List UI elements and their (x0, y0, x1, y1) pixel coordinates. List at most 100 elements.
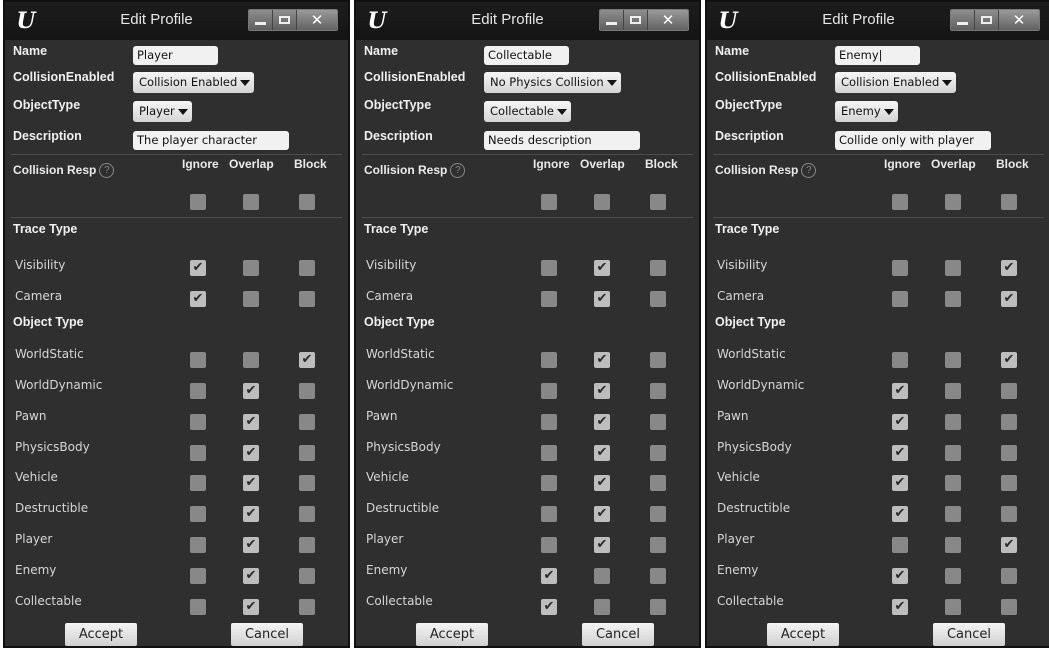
object-type-dropdown[interactable]: Player (133, 101, 192, 122)
object-ignore-checkbox[interactable]: ✔ (892, 599, 908, 615)
trace-block-checkbox[interactable]: ✔ (1001, 291, 1017, 307)
object-block-checkbox[interactable] (1001, 475, 1017, 491)
object-ignore-checkbox[interactable] (190, 568, 206, 584)
object-block-checkbox[interactable] (1001, 568, 1017, 584)
all-overlap-checkbox[interactable] (243, 194, 259, 210)
object-ignore-checkbox[interactable] (190, 537, 206, 553)
object-ignore-checkbox[interactable] (541, 445, 557, 461)
trace-ignore-checkbox[interactable] (541, 291, 557, 307)
object-ignore-checkbox[interactable] (190, 445, 206, 461)
trace-ignore-checkbox[interactable] (892, 260, 908, 276)
trace-overlap-checkbox[interactable] (945, 260, 961, 276)
maximize-button[interactable] (975, 10, 999, 30)
object-block-checkbox[interactable] (1001, 599, 1017, 615)
object-ignore-checkbox[interactable]: ✔ (892, 445, 908, 461)
object-ignore-checkbox[interactable]: ✔ (541, 599, 557, 615)
close-button[interactable]: ✕ (648, 10, 688, 30)
object-block-checkbox[interactable] (650, 445, 666, 461)
object-block-checkbox[interactable] (650, 383, 666, 399)
object-block-checkbox[interactable] (650, 414, 666, 430)
trace-overlap-checkbox[interactable] (243, 291, 259, 307)
object-ignore-checkbox[interactable] (541, 475, 557, 491)
object-ignore-checkbox[interactable]: ✔ (892, 414, 908, 430)
object-overlap-checkbox[interactable] (945, 445, 961, 461)
collision-enabled-dropdown[interactable]: Collision Enabled (835, 72, 957, 93)
object-block-checkbox[interactable] (650, 599, 666, 615)
object-overlap-checkbox[interactable]: ✔ (243, 568, 259, 584)
description-input[interactable]: Collide only with player (835, 131, 991, 150)
title-bar[interactable]: U Edit Profile ✕ (356, 2, 699, 40)
object-block-checkbox[interactable] (1001, 414, 1017, 430)
object-overlap-checkbox[interactable]: ✔ (243, 599, 259, 615)
object-overlap-checkbox[interactable]: ✔ (243, 383, 259, 399)
object-ignore-checkbox[interactable] (892, 537, 908, 553)
object-ignore-checkbox[interactable]: ✔ (892, 506, 908, 522)
object-overlap-checkbox[interactable]: ✔ (594, 537, 610, 553)
help-icon[interactable]: ? (99, 163, 115, 179)
trace-overlap-checkbox[interactable]: ✔ (594, 260, 610, 276)
object-overlap-checkbox[interactable] (243, 352, 259, 368)
object-type-dropdown[interactable]: Collectable (484, 101, 571, 122)
object-overlap-checkbox[interactable] (945, 537, 961, 553)
all-ignore-checkbox[interactable] (541, 194, 557, 210)
maximize-button[interactable] (273, 10, 297, 30)
name-input[interactable]: Player (133, 46, 218, 65)
minimize-button[interactable] (249, 10, 273, 30)
object-ignore-checkbox[interactable] (892, 352, 908, 368)
object-block-checkbox[interactable] (299, 537, 315, 553)
trace-ignore-checkbox[interactable] (892, 291, 908, 307)
object-block-checkbox[interactable]: ✔ (299, 352, 315, 368)
accept-button[interactable]: Accept (65, 623, 137, 646)
accept-button[interactable]: Accept (767, 623, 839, 646)
object-overlap-checkbox[interactable] (945, 599, 961, 615)
trace-overlap-checkbox[interactable]: ✔ (594, 291, 610, 307)
all-block-checkbox[interactable] (1001, 194, 1017, 210)
object-overlap-checkbox[interactable]: ✔ (594, 383, 610, 399)
object-overlap-checkbox[interactable]: ✔ (594, 414, 610, 430)
all-overlap-checkbox[interactable] (594, 194, 610, 210)
object-block-checkbox[interactable] (299, 568, 315, 584)
description-input[interactable]: Needs description (484, 131, 640, 150)
cancel-button[interactable]: Cancel (231, 623, 303, 646)
accept-button[interactable]: Accept (416, 623, 488, 646)
object-ignore-checkbox[interactable] (541, 506, 557, 522)
object-overlap-checkbox[interactable]: ✔ (243, 445, 259, 461)
trace-block-checkbox[interactable] (299, 260, 315, 276)
object-overlap-checkbox[interactable]: ✔ (243, 475, 259, 491)
object-ignore-checkbox[interactable] (190, 414, 206, 430)
maximize-button[interactable] (624, 10, 648, 30)
object-overlap-checkbox[interactable]: ✔ (243, 506, 259, 522)
object-ignore-checkbox[interactable]: ✔ (892, 383, 908, 399)
object-block-checkbox[interactable] (299, 506, 315, 522)
object-overlap-checkbox[interactable]: ✔ (594, 445, 610, 461)
trace-block-checkbox[interactable] (650, 291, 666, 307)
minimize-button[interactable] (600, 10, 624, 30)
trace-overlap-checkbox[interactable] (945, 291, 961, 307)
cancel-button[interactable]: Cancel (933, 623, 1005, 646)
minimize-button[interactable] (951, 10, 975, 30)
object-overlap-checkbox[interactable]: ✔ (594, 506, 610, 522)
object-ignore-checkbox[interactable]: ✔ (892, 568, 908, 584)
title-bar[interactable]: U Edit Profile ✕ (707, 2, 1049, 40)
cancel-button[interactable]: Cancel (582, 623, 654, 646)
object-overlap-checkbox[interactable]: ✔ (594, 352, 610, 368)
object-ignore-checkbox[interactable] (190, 352, 206, 368)
close-button[interactable]: ✕ (297, 10, 337, 30)
object-ignore-checkbox[interactable] (541, 537, 557, 553)
object-block-checkbox[interactable]: ✔ (1001, 537, 1017, 553)
name-input[interactable]: Enemy| (835, 46, 920, 65)
object-overlap-checkbox[interactable]: ✔ (594, 475, 610, 491)
object-overlap-checkbox[interactable]: ✔ (243, 414, 259, 430)
object-block-checkbox[interactable] (299, 383, 315, 399)
trace-ignore-checkbox[interactable] (541, 260, 557, 276)
object-block-checkbox[interactable] (299, 599, 315, 615)
trace-block-checkbox[interactable] (299, 291, 315, 307)
object-block-checkbox[interactable] (1001, 506, 1017, 522)
object-block-checkbox[interactable] (1001, 383, 1017, 399)
object-block-checkbox[interactable]: ✔ (1001, 352, 1017, 368)
trace-block-checkbox[interactable]: ✔ (1001, 260, 1017, 276)
object-ignore-checkbox[interactable]: ✔ (892, 475, 908, 491)
object-block-checkbox[interactable] (650, 506, 666, 522)
object-block-checkbox[interactable] (299, 414, 315, 430)
object-overlap-checkbox[interactable] (594, 568, 610, 584)
